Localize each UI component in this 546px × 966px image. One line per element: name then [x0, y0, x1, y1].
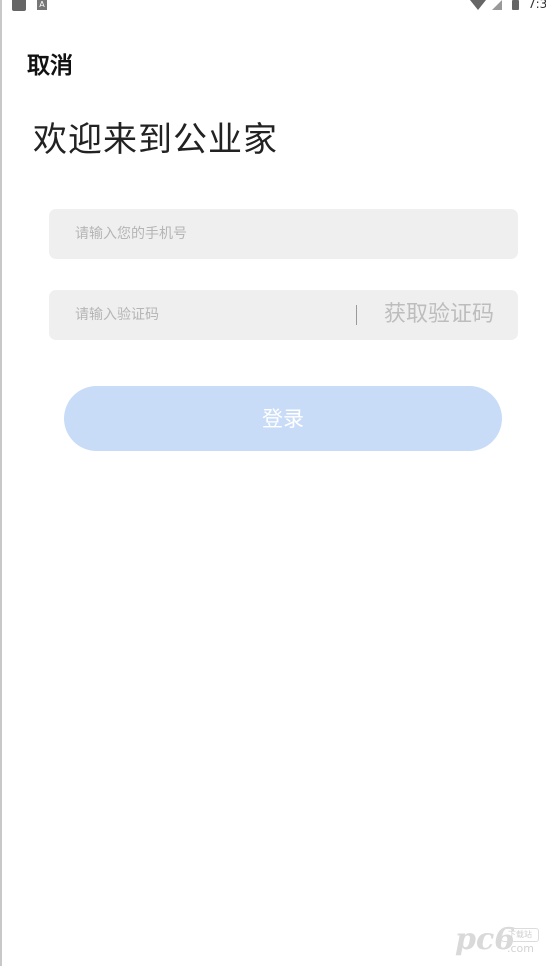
code-field: 获取验证码: [49, 290, 518, 340]
get-code-button[interactable]: 获取验证码: [384, 290, 494, 340]
login-button[interactable]: 登录: [64, 386, 502, 451]
watermark-logo: pc6 下载站 .com: [455, 922, 539, 958]
code-input[interactable]: [75, 290, 335, 340]
left-edge: [0, 0, 2, 966]
phone-input[interactable]: [75, 209, 495, 259]
welcome-title: 欢迎来到公业家: [33, 120, 278, 160]
notification-icon: [12, 0, 26, 11]
watermark-suffix: .com: [507, 942, 534, 955]
field-divider: [356, 305, 357, 325]
status-time: 7:3: [528, 0, 546, 11]
cancel-button[interactable]: 取消: [27, 46, 73, 80]
phone-field: [49, 209, 518, 259]
signal-icon: [492, 0, 502, 10]
watermark-box: 下载站: [501, 928, 539, 942]
battery-icon: [512, 0, 519, 10]
wifi-icon: [470, 0, 486, 10]
status-bar: A 7:3: [0, 0, 546, 14]
app-notification-icon: A: [37, 0, 47, 10]
